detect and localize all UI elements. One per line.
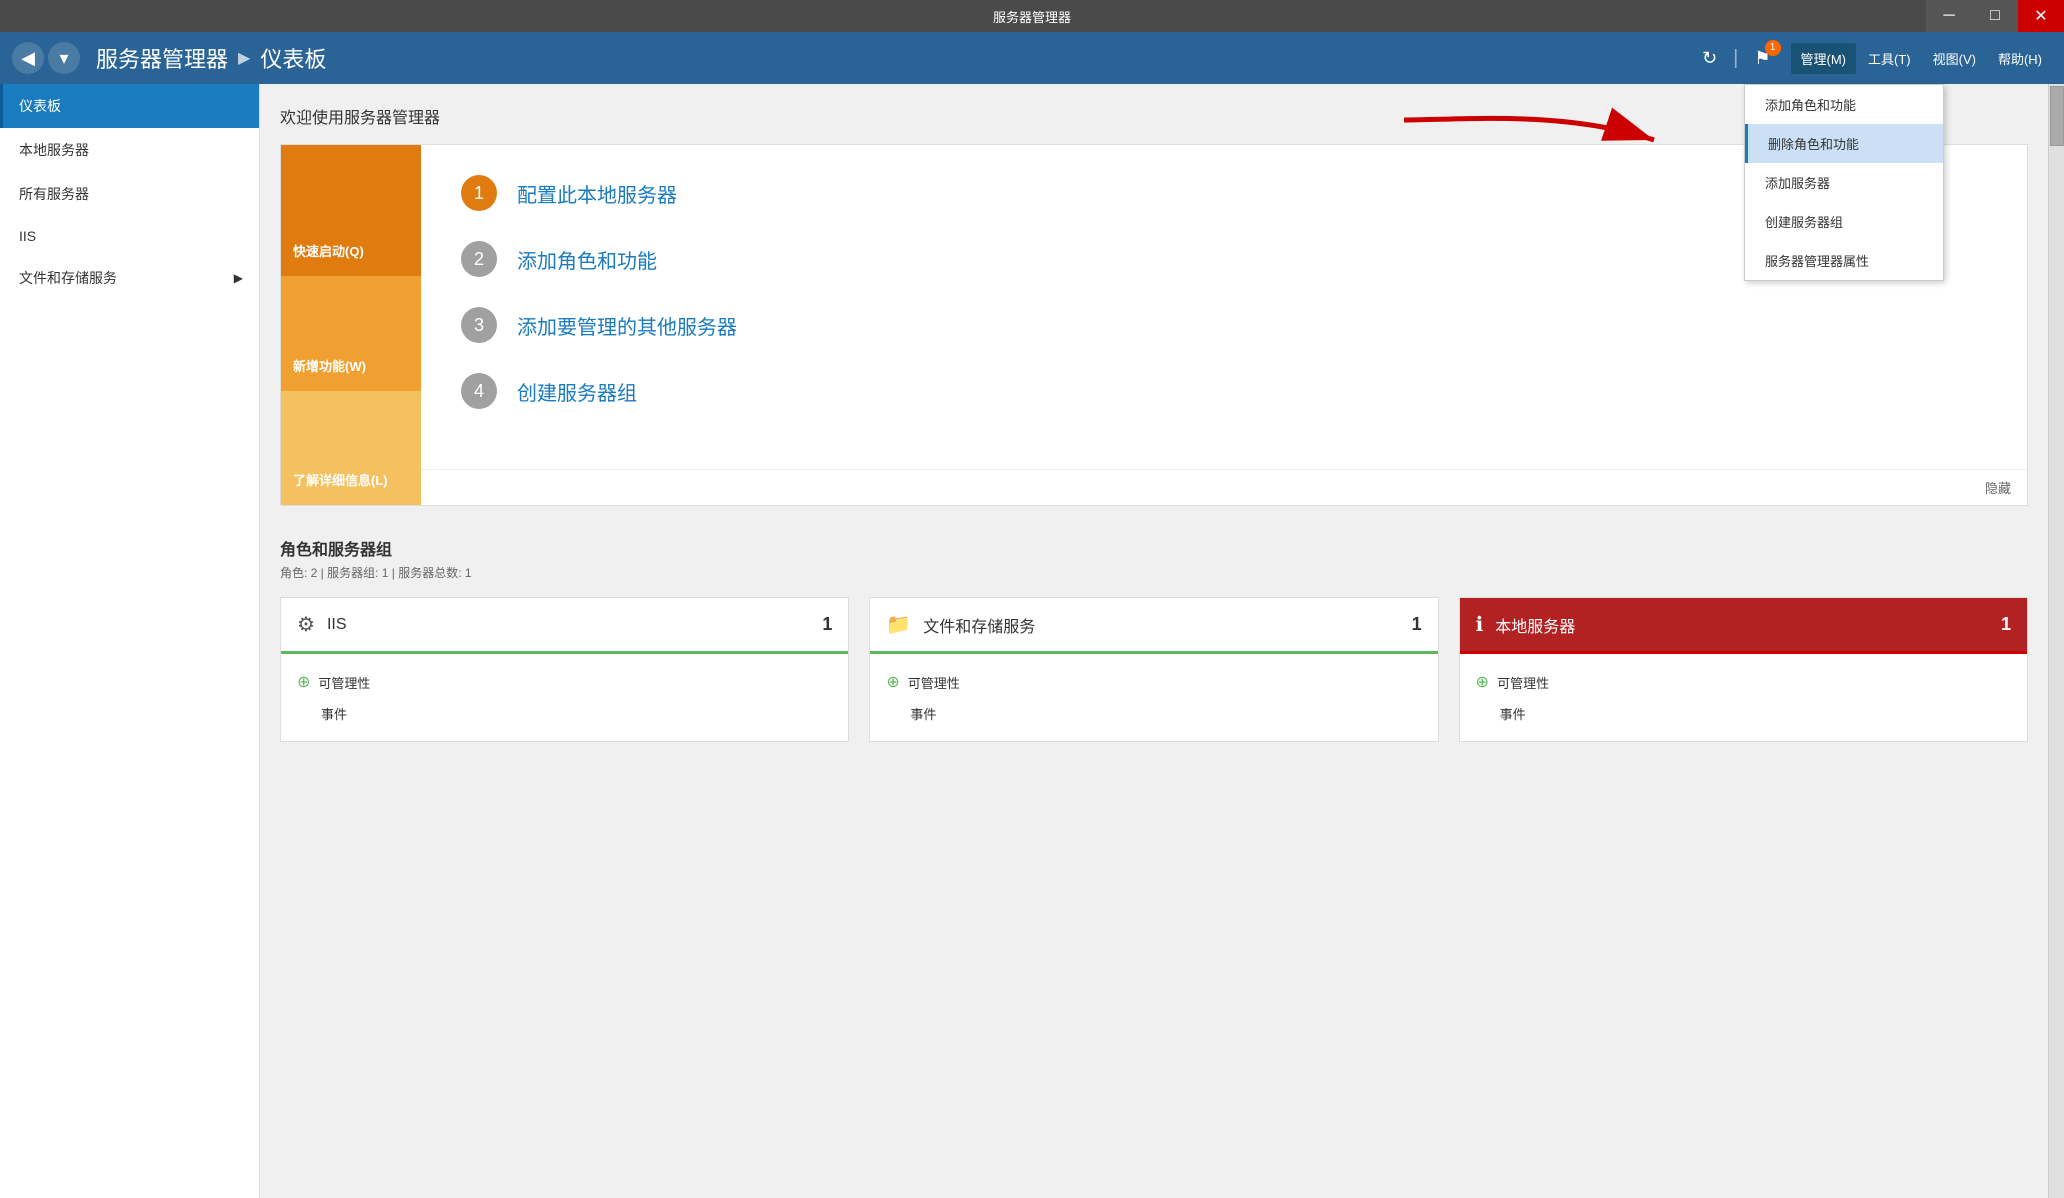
menu-help[interactable]: 帮助(H)	[1988, 43, 2052, 74]
expand-icon: ▶	[234, 271, 243, 285]
toolbar-title: 服务器管理器 ▶ 仪表板	[96, 42, 326, 74]
iis-count: 1	[822, 614, 832, 635]
minimize-button[interactable]: ─	[1926, 0, 1972, 32]
menu-manage[interactable]: 管理(M)	[1791, 43, 1857, 74]
local-server-card: ℹ 本地服务器 1 ⊕ 可管理性 事件	[1459, 597, 2028, 742]
file-storage-icon: 📁	[886, 612, 911, 637]
qs-number-2: 2	[461, 241, 497, 277]
dropdown-button[interactable]: ▾	[48, 42, 80, 74]
hide-button[interactable]: 隐藏	[421, 469, 2027, 505]
close-button[interactable]: ✕	[2018, 0, 2064, 32]
breadcrumb-root: 服务器管理器	[96, 42, 228, 74]
menu-view[interactable]: 视图(V)	[1923, 43, 1986, 74]
refresh-button[interactable]: ↻	[1696, 44, 1723, 73]
title-bar: 服务器管理器 ─ □ ✕	[0, 0, 2064, 32]
breadcrumb-current: 仪表板	[260, 42, 326, 74]
iis-row-2: 事件	[297, 698, 832, 729]
local-server-row-1: ⊕ 可管理性	[1476, 666, 2011, 698]
file-storage-status-icon: ⊕	[886, 672, 899, 692]
local-server-row-2: 事件	[1476, 698, 2011, 729]
dropdown-create-group[interactable]: 创建服务器组	[1745, 202, 1943, 241]
qs-number-4: 4	[461, 373, 497, 409]
qs-item-4: 4 创建服务器组	[461, 373, 1987, 409]
iis-status-icon: ⊕	[297, 672, 310, 692]
flag-container: ⚑ 1	[1748, 44, 1776, 73]
qs-number-1: 1	[461, 175, 497, 211]
local-server-name: 本地服务器	[1495, 613, 2001, 637]
toolbar-sep: |	[1733, 47, 1738, 70]
title-bar-label: 服务器管理器	[993, 7, 1071, 26]
qs-link-3[interactable]: 添加要管理的其他服务器	[517, 311, 737, 340]
dropdown-remove-role[interactable]: 删除角色和功能	[1745, 124, 1943, 163]
file-storage-body: ⊕ 可管理性 事件	[870, 654, 1437, 741]
sidebar-item-dashboard[interactable]: 仪表板	[0, 84, 259, 128]
local-server-icon: ℹ	[1476, 612, 1484, 637]
title-bar-controls: ─ □ ✕	[1926, 0, 2064, 32]
file-storage-card-header: 📁 文件和存储服务 1	[870, 598, 1437, 654]
quick-start-sidebar: 快速启动(Q) 新增功能(W) 了解详细信息(L)	[281, 145, 421, 505]
file-storage-row-1: ⊕ 可管理性	[886, 666, 1421, 698]
local-server-status-icon: ⊕	[1476, 672, 1489, 692]
local-server-card-header: ℹ 本地服务器 1	[1460, 598, 2027, 654]
qs-link-2[interactable]: 添加角色和功能	[517, 245, 657, 274]
qs-section-3: 了解详细信息(L)	[281, 391, 421, 506]
qs-section-2: 新增功能(W)	[281, 276, 421, 391]
flag-badge: 1	[1765, 40, 1781, 56]
breadcrumb-separator: ▶	[238, 48, 250, 68]
iis-name: IIS	[327, 616, 822, 634]
sidebar-item-local-server[interactable]: 本地服务器	[0, 128, 259, 172]
iis-icon: ⚙	[297, 612, 315, 637]
toolbar: ◀ ▾ 服务器管理器 ▶ 仪表板 ↻ | ⚑ 1 管理(M) 工具(T) 视图(…	[0, 32, 2064, 84]
scrollbar-thumb[interactable]	[2050, 86, 2064, 146]
section-subtitle: 角色: 2 | 服务器组: 1 | 服务器总数: 1	[280, 564, 2028, 581]
maximize-button[interactable]: □	[1972, 0, 2018, 32]
local-server-body: ⊕ 可管理性 事件	[1460, 654, 2027, 741]
scrollbar-track[interactable]	[2048, 84, 2064, 1198]
file-storage-name: 文件和存储服务	[923, 613, 1411, 637]
toolbar-right: ↻ | ⚑ 1 管理(M) 工具(T) 视图(V) 帮助(H)	[1696, 43, 2052, 74]
back-button[interactable]: ◀	[12, 42, 44, 74]
toolbar-nav: ◀ ▾	[12, 42, 80, 74]
sidebar-item-all-servers[interactable]: 所有服务器	[0, 172, 259, 216]
iis-card-header: ⚙ IIS 1	[281, 598, 848, 654]
qs-number-3: 3	[461, 307, 497, 343]
dropdown-add-role[interactable]: 添加角色和功能	[1745, 85, 1943, 124]
dropdown-properties[interactable]: 服务器管理器属性	[1745, 241, 1943, 280]
local-server-count: 1	[2001, 614, 2011, 635]
roles-section: 角色和服务器组 角色: 2 | 服务器组: 1 | 服务器总数: 1 ⚙ IIS…	[280, 536, 2028, 742]
sidebar-item-file-storage[interactable]: 文件和存储服务 ▶	[0, 256, 259, 300]
menu-tools[interactable]: 工具(T)	[1858, 43, 1921, 74]
qs-link-1[interactable]: 配置此本地服务器	[517, 179, 677, 208]
iis-card: ⚙ IIS 1 ⊕ 可管理性 事件	[280, 597, 849, 742]
sidebar: 仪表板 本地服务器 所有服务器 IIS 文件和存储服务 ▶	[0, 84, 260, 1198]
file-storage-count: 1	[1412, 614, 1422, 635]
qs-item-3: 3 添加要管理的其他服务器	[461, 307, 1987, 343]
iis-row-1: ⊕ 可管理性	[297, 666, 832, 698]
dropdown-menu: 添加角色和功能 删除角色和功能 添加服务器 创建服务器组 服务器管理器属性	[1744, 84, 1944, 281]
qs-link-4[interactable]: 创建服务器组	[517, 377, 637, 406]
section-title: 角色和服务器组	[280, 536, 2028, 560]
qs-section-1: 快速启动(Q)	[281, 145, 421, 276]
dropdown-add-server[interactable]: 添加服务器	[1745, 163, 1943, 202]
server-cards: ⚙ IIS 1 ⊕ 可管理性 事件	[280, 597, 2028, 742]
menu-items: 管理(M) 工具(T) 视图(V) 帮助(H)	[1791, 43, 2053, 74]
file-storage-card: 📁 文件和存储服务 1 ⊕ 可管理性 事件	[869, 597, 1438, 742]
sidebar-item-iis[interactable]: IIS	[0, 216, 259, 256]
iis-body: ⊕ 可管理性 事件	[281, 654, 848, 741]
file-storage-row-2: 事件	[886, 698, 1421, 729]
